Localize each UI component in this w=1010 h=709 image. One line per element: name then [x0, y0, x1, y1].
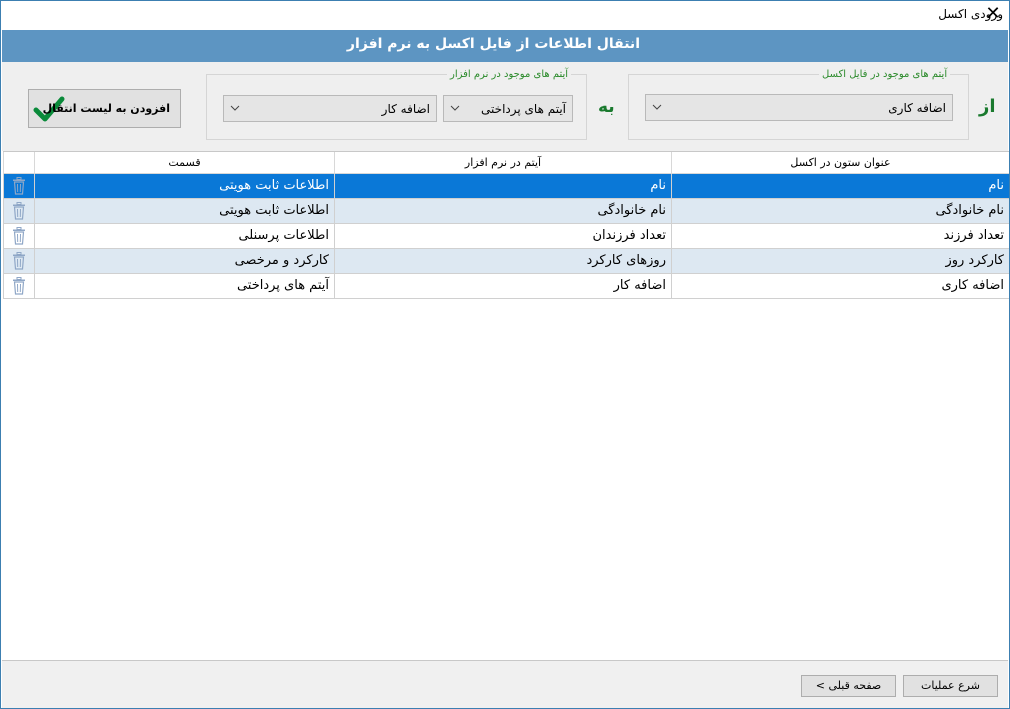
excel-column-select[interactable]: اضافه کاری [645, 94, 953, 121]
start-operation-button[interactable]: شرع عملیات [903, 675, 998, 697]
to-label: به [598, 97, 615, 117]
section-cell[interactable]: کارکرد و مرخصی [34, 249, 334, 274]
table-row[interactable]: آیتم های پرداختی اضافه کار اضافه کاری [3, 274, 1009, 299]
excel-import-window: ورودی اکسل ✕ انتقال اطلاعات از فایل اکسل… [0, 0, 1010, 709]
page-title: انتقال اطلاعات از فایل اکسل به نرم افزار [346, 36, 640, 52]
trash-icon[interactable] [12, 177, 26, 195]
previous-page-button[interactable]: صفحه قبلی > [801, 675, 896, 697]
mapping-grid: قسمت آیتم در نرم افزار عنوان ستون در اکس… [3, 151, 1009, 660]
section-cell[interactable]: اطلاعات ثابت هویتی [34, 174, 334, 199]
excel-column-cell[interactable]: نام [671, 174, 1009, 199]
table-row[interactable]: اطلاعات ثابت هویتی نام نام [3, 174, 1009, 199]
header-software-item[interactable]: آیتم در نرم افزار [334, 152, 671, 174]
chevron-down-icon [652, 104, 662, 110]
excel-column-cell[interactable]: کارکرد روز [671, 249, 1009, 274]
excel-column-cell[interactable]: اضافه کاری [671, 274, 1009, 299]
section-cell[interactable]: آیتم های پرداختی [34, 274, 334, 299]
trash-icon[interactable] [12, 277, 26, 295]
software-item-cell[interactable]: نام خانوادگی [334, 199, 671, 224]
close-button[interactable]: ✕ [979, 4, 1007, 26]
table-row[interactable]: اطلاعات ثابت هویتی نام خانوادگی نام خانواد… [3, 199, 1009, 224]
excel-column-cell[interactable]: تعداد فرزند [671, 224, 1009, 249]
software-item-select[interactable]: اضافه کار [223, 95, 437, 122]
header-delete [3, 152, 34, 174]
software-items-legend: آیتم های موجود در نرم افزار [450, 69, 569, 80]
delete-cell[interactable] [3, 224, 34, 249]
trash-icon[interactable] [12, 227, 26, 245]
trash-icon[interactable] [12, 252, 26, 270]
excel-column-cell[interactable]: نام خانوادگی [671, 199, 1009, 224]
delete-cell[interactable] [3, 249, 34, 274]
from-label: از [979, 96, 996, 117]
add-button-label: افزودن به لیست انتقال [42, 102, 170, 115]
header-banner: انتقال اطلاعات از فایل اکسل به نرم افزار [2, 30, 1008, 62]
table-row[interactable]: اطلاعات پرسنلی تعداد فرزندان تعداد فرزند [3, 224, 1009, 249]
software-item-value: اضافه کار [381, 102, 430, 116]
delete-cell[interactable] [3, 274, 34, 299]
header-section[interactable]: قسمت [34, 152, 334, 174]
chevron-down-icon [450, 105, 460, 111]
excel-column-value: اضافه کاری [888, 101, 946, 115]
table-row[interactable]: کارکرد و مرخصی روزهای کارکرد کارکرد روز [3, 249, 1009, 274]
delete-cell[interactable] [3, 199, 34, 224]
section-cell[interactable]: اطلاعات پرسنلی [34, 224, 334, 249]
software-item-cell[interactable]: روزهای کارکرد [334, 249, 671, 274]
add-to-transfer-list-button[interactable]: افزودن به لیست انتقال [28, 89, 181, 128]
grid-header: قسمت آیتم در نرم افزار عنوان ستون در اکس… [3, 152, 1009, 174]
software-item-cell[interactable]: نام [334, 174, 671, 199]
trash-icon[interactable] [12, 202, 26, 220]
chevron-down-icon [230, 105, 240, 111]
software-item-cell[interactable]: تعداد فرزندان [334, 224, 671, 249]
excel-items-legend: آیتم های موجود در فایل اکسل [822, 69, 948, 80]
software-section-value: آیتم های پرداختی [481, 102, 566, 116]
title-bar: ورودی اکسل ✕ [1, 1, 1009, 30]
software-section-select[interactable]: آیتم های پرداختی [443, 95, 573, 122]
header-excel-column[interactable]: عنوان ستون در اکسل [671, 152, 1009, 174]
delete-cell[interactable] [3, 174, 34, 199]
software-item-cell[interactable]: اضافه کار [334, 274, 671, 299]
footer-bar: صفحه قبلی > شرع عملیات [2, 660, 1008, 708]
section-cell[interactable]: اطلاعات ثابت هویتی [34, 199, 334, 224]
